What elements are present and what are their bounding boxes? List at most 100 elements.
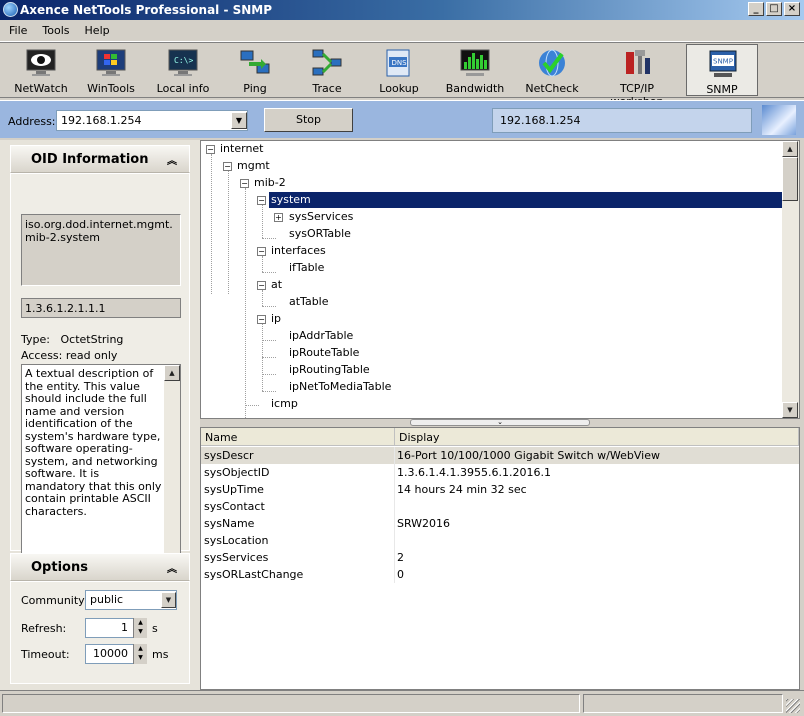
tree-node-ipnettomediatable[interactable]: ipNetToMediaTable: [289, 379, 391, 395]
oid-number: 1.3.6.1.2.1.1.1: [21, 298, 181, 318]
snmp-button[interactable]: SNMP SNMP: [686, 44, 758, 96]
bandwidth-button[interactable]: Bandwidth: [439, 44, 511, 96]
ping-computers-icon: [240, 50, 270, 74]
description-scrollbar[interactable]: ▲ ▼: [164, 365, 180, 573]
tree-node-sysservices[interactable]: sysServices: [289, 209, 353, 225]
tree-node-internet[interactable]: internet: [220, 141, 264, 157]
options-header[interactable]: Options ︽: [10, 553, 190, 581]
stop-button[interactable]: Stop: [264, 108, 353, 132]
spin-arrows-icon[interactable]: ▲ ▼: [133, 618, 147, 638]
refresh-spinner[interactable]: 1 ▲ ▼: [85, 618, 147, 638]
tree-node-iproutetable[interactable]: ipRouteTable: [289, 345, 359, 361]
tools-icon: [626, 50, 650, 74]
collapse-toggle-icon[interactable]: −: [257, 281, 266, 290]
column-header-display[interactable]: Display: [395, 428, 799, 446]
netcheck-button[interactable]: NetCheck: [516, 44, 588, 96]
tree-node-iproutingtable[interactable]: ipRoutingTable: [289, 362, 370, 378]
svg-text:DNS: DNS: [392, 59, 408, 67]
timeout-spinner[interactable]: 10000 ▲ ▼: [85, 644, 147, 664]
tree-line: [262, 391, 276, 392]
tree-node-mgmt[interactable]: mgmt: [237, 158, 270, 174]
collapse-toggle-icon[interactable]: −: [206, 145, 215, 154]
chevron-down-icon[interactable]: ▼: [161, 592, 176, 608]
tree-node-ip[interactable]: ip: [271, 311, 281, 327]
netwatch-label: NetWatch: [14, 82, 68, 95]
tcpip-workshop-button[interactable]: TCP/IP workshop: [593, 44, 681, 108]
menu-help[interactable]: Help: [76, 20, 116, 37]
chevron-down-icon: ▼: [235, 116, 243, 125]
splitter-grip[interactable]: ⌄: [410, 419, 590, 426]
lookup-label: Lookup: [379, 82, 419, 95]
netwatch-button[interactable]: NetWatch: [5, 44, 77, 96]
trace-label: Trace: [312, 82, 342, 95]
address-dropdown-button[interactable]: ▼: [231, 112, 247, 129]
tree-line: [245, 405, 259, 406]
oid-info-panel: iso.org.dod.internet.mgmt.mib-2.system 1…: [10, 173, 190, 574]
resize-grip-icon[interactable]: [786, 699, 800, 713]
spin-arrows-icon[interactable]: ▲ ▼: [133, 644, 147, 664]
address-input[interactable]: 192.168.1.254: [56, 110, 248, 131]
lookup-button[interactable]: DNS Lookup: [363, 44, 435, 96]
collapse-toggle-icon[interactable]: −: [257, 315, 266, 324]
scroll-up-icon[interactable]: ▲: [782, 141, 798, 157]
collapse-toggle-icon[interactable]: −: [257, 196, 266, 205]
table-row[interactable]: sysObjectID 1.3.6.1.4.1.3955.6.1.2016.1: [201, 464, 799, 481]
table-row[interactable]: sysLocation: [201, 532, 799, 549]
tree-node-mib-2[interactable]: mib-2: [254, 175, 286, 191]
wintools-button[interactable]: WinTools: [75, 44, 147, 96]
address-label: Address:: [8, 115, 56, 128]
trace-button[interactable]: Trace: [291, 44, 363, 96]
local-info-button[interactable]: C:\> Local info: [147, 44, 219, 96]
menu-tools[interactable]: Tools: [33, 20, 75, 37]
tree-node-sysortable[interactable]: sysORTable: [289, 226, 351, 242]
collapse-toggle-icon[interactable]: −: [223, 162, 232, 171]
table-row[interactable]: sysORLastChange 0: [201, 566, 799, 583]
scroll-thumb[interactable]: [782, 157, 798, 201]
chevron-down-icon: ⌄: [497, 418, 503, 426]
collapse-toggle-icon[interactable]: −: [240, 179, 249, 188]
trace-network-icon: [312, 49, 342, 76]
svg-text:SNMP: SNMP: [713, 58, 733, 66]
row-name: sysUpTime: [204, 483, 264, 496]
minimize-button[interactable]: _: [748, 2, 764, 16]
menu-file[interactable]: File: [0, 20, 33, 37]
table-row[interactable]: sysServices 2: [201, 549, 799, 566]
pane-splitter[interactable]: ⌄: [200, 419, 800, 427]
bandwidth-label: Bandwidth: [445, 82, 505, 95]
snmp-icon: SNMP: [709, 50, 737, 77]
table-row[interactable]: sysContact: [201, 498, 799, 515]
local-info-label: Local info: [156, 82, 210, 95]
table-row[interactable]: sysName SRW2016: [201, 515, 799, 532]
status-panel: [583, 694, 783, 713]
tree-node-interfaces[interactable]: interfaces: [271, 243, 326, 259]
oid-info-header[interactable]: OID Information ︽: [10, 145, 190, 173]
scroll-up-icon[interactable]: ▲: [164, 365, 180, 381]
collapse-icon[interactable]: ︽: [167, 560, 177, 575]
tree-node-attable[interactable]: atTable: [289, 294, 329, 310]
table-row[interactable]: sysDescr 16-Port 10/100/1000 Gigabit Swit…: [201, 447, 799, 464]
tree-node-system[interactable]: system: [271, 192, 311, 208]
mib-tree[interactable]: − internet − mgmt − mib-2 − system + sys…: [200, 140, 800, 419]
collapse-icon[interactable]: ︽: [167, 152, 177, 167]
ping-button[interactable]: Ping: [219, 44, 291, 96]
table-row[interactable]: sysUpTime 14 hours 24 min 32 sec: [201, 481, 799, 498]
tree-selection-highlight: [269, 192, 782, 208]
collapse-toggle-icon[interactable]: −: [257, 247, 266, 256]
tree-node-at[interactable]: at: [271, 277, 282, 293]
tree-node-icmp[interactable]: icmp: [271, 396, 298, 412]
column-header-name[interactable]: Name: [201, 428, 395, 446]
left-panel: OID Information ︽ iso.org.dod.internet.m…: [0, 140, 200, 690]
description-text: A textual description of the entity. Thi…: [25, 367, 162, 518]
tree-node-iftable[interactable]: ifTable: [289, 260, 324, 276]
maximize-button[interactable]: □: [766, 2, 782, 16]
tree-line: [262, 238, 276, 239]
expand-toggle-icon[interactable]: +: [274, 213, 283, 222]
tree-line: [262, 205, 263, 238]
community-select[interactable]: public ▼: [85, 590, 177, 610]
close-button[interactable]: ×: [784, 2, 800, 16]
tree-line: [211, 154, 212, 294]
tree-node-ipaddrtable[interactable]: ipAddrTable: [289, 328, 353, 344]
scroll-down-icon[interactable]: ▼: [782, 402, 798, 418]
status-bar: [0, 690, 804, 716]
tree-scrollbar[interactable]: ▲ ▼: [782, 141, 799, 418]
